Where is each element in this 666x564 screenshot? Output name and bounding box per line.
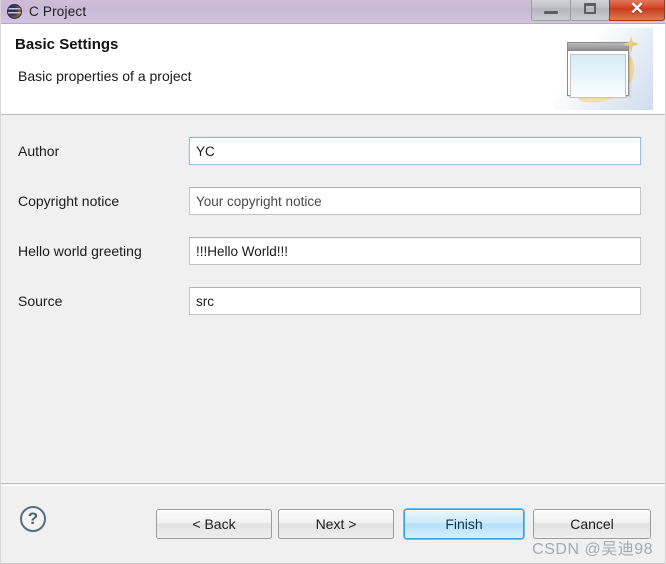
source-input[interactable]: src [189, 287, 641, 315]
author-label: Author [18, 143, 60, 159]
close-button[interactable]: ✕ [609, 0, 665, 21]
wizard-window-sparkle-icon [553, 28, 653, 113]
finish-button[interactable]: Finish [404, 509, 524, 539]
minimize-icon [544, 10, 558, 14]
copyright-notice-label: Copyright notice [18, 193, 120, 209]
dialog-footer: ? < Back Next > Finish Cancel [1, 483, 665, 560]
close-icon: ✕ [629, 0, 645, 18]
window-glyph-titlebar [568, 43, 628, 51]
form-row: Author YC [1, 137, 665, 165]
cancel-button[interactable]: Cancel [533, 509, 651, 539]
title-bar: C Project ✕ [1, 0, 665, 24]
c-project-wizard-dialog: C Project ✕ Basic Settings Basic propert… [0, 0, 666, 564]
source-label: Source [18, 293, 63, 309]
settings-form: Author YC Copyright notice Your copyrigh… [1, 115, 665, 483]
footer-hairline [1, 485, 665, 486]
hello-world-greeting-label: Hello world greeting [18, 243, 142, 259]
eclipse-icon [7, 4, 22, 19]
window-controls: ✕ [531, 0, 665, 24]
hello-world-greeting-input[interactable]: !!!Hello World!!! [189, 237, 641, 265]
form-row: Copyright notice Your copyright notice [1, 187, 665, 215]
minimize-button[interactable] [531, 0, 571, 21]
restore-icon [584, 3, 596, 14]
copyright-notice-input[interactable]: Your copyright notice [189, 187, 641, 215]
author-input[interactable]: YC [189, 137, 641, 165]
wizard-header: Basic Settings Basic properties of a pro… [1, 24, 665, 115]
window-glyph-body [570, 54, 626, 98]
next-button[interactable]: Next > [278, 509, 394, 539]
form-row: Hello world greeting !!!Hello World!!! [1, 237, 665, 265]
restore-button[interactable] [570, 0, 610, 21]
window-glyph-icon [567, 42, 629, 98]
help-icon[interactable]: ? [20, 506, 46, 532]
window-title: C Project [29, 4, 87, 19]
form-row: Source src [1, 287, 665, 315]
back-button[interactable]: < Back [156, 509, 272, 539]
